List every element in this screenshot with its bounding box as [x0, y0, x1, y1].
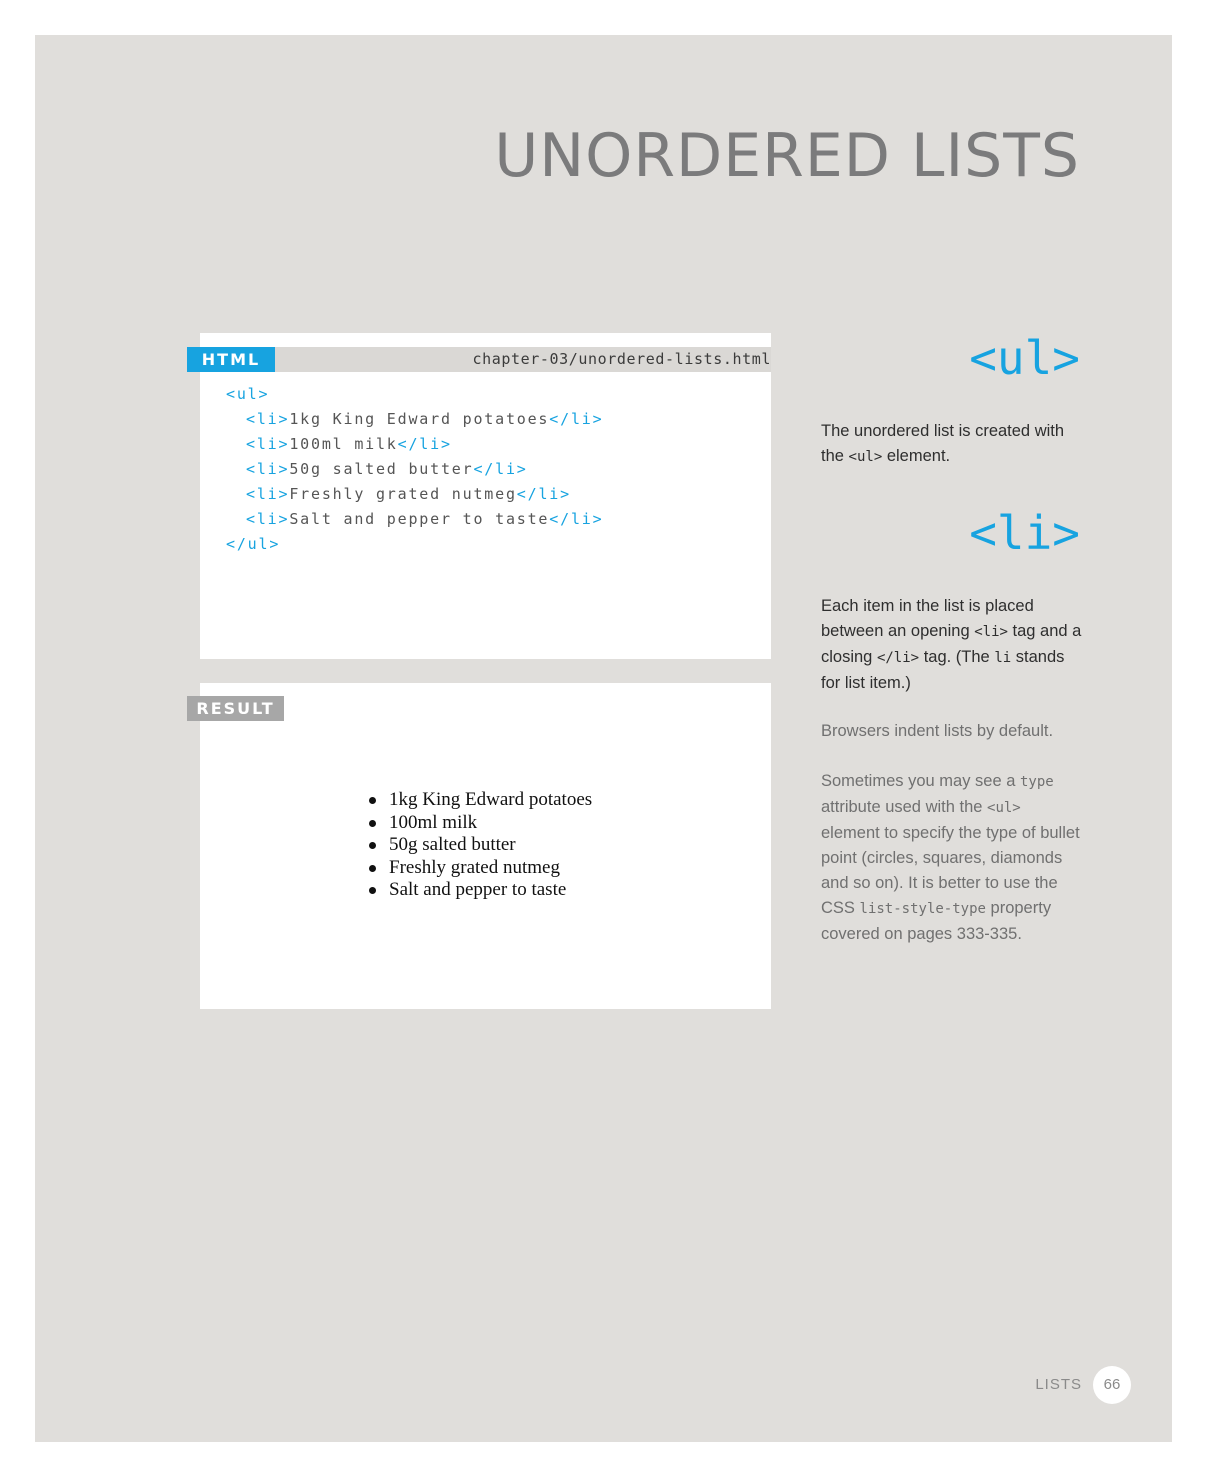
result-tab-label: RESULT: [187, 696, 284, 721]
list-item-text: 50g salted butter: [389, 834, 516, 855]
indent-note: Browsers indent lists by default.: [821, 722, 1054, 740]
bullet-icon: [369, 864, 376, 872]
code-tag: <ul>: [226, 385, 270, 403]
code-line: <ul>: [226, 382, 603, 407]
li-element-heading: <li>: [969, 506, 1080, 560]
code-text: 1kg King Edward potatoes: [289, 410, 550, 428]
list-item-text: 1kg King Edward potatoes: [389, 789, 593, 810]
html-tab-label: HTML: [187, 347, 275, 372]
li-description-text: tag. (The: [919, 648, 995, 666]
bullet-icon: [369, 819, 376, 827]
list-item: Freshly grated nutmeg: [369, 857, 592, 880]
inline-code: </li>: [876, 650, 920, 666]
code-tag: <li>: [246, 460, 290, 478]
inline-code: <ul>: [848, 449, 883, 465]
code-tag: </li>: [397, 435, 452, 453]
type-attribute-note: Sometimes you may see a type attribute u…: [821, 769, 1083, 947]
list-item-text: 100ml milk: [389, 811, 478, 833]
ul-description-text: element.: [882, 447, 951, 465]
code-tag: </li>: [549, 410, 604, 428]
list-item: 1kg King Edward potatoes: [369, 789, 592, 812]
code-tag: <li>: [246, 410, 290, 428]
code-filename: chapter-03/unordered-lists.html: [472, 350, 771, 368]
code-line: <li>100ml milk</li>: [226, 432, 603, 457]
inline-code: <ul>: [987, 800, 1021, 816]
li-description: Each item in the list is placed between …: [821, 594, 1083, 696]
inline-code: type: [1020, 774, 1054, 790]
inline-code: list-style-type: [859, 901, 986, 917]
code-tag: </li>: [549, 510, 604, 528]
code-text: 100ml milk: [289, 435, 398, 453]
bullet-icon: [369, 842, 376, 849]
code-text: Freshly grated nutmeg: [289, 485, 517, 503]
code-tag: <li>: [246, 510, 290, 528]
code-line: <li>Freshly grated nutmeg</li>: [226, 482, 603, 507]
code-tag: </li>: [516, 485, 571, 503]
ul-element-heading: <ul>: [969, 331, 1080, 385]
bullet-icon: [369, 887, 376, 894]
code-line: <li>Salt and pepper to taste</li>: [226, 507, 603, 532]
rendered-bullet-list: 1kg King Edward potatoes 100ml milk 50g …: [369, 789, 592, 902]
code-line: <li>50g salted butter</li>: [226, 457, 603, 482]
type-note-text: Sometimes you may see a: [821, 772, 1020, 790]
code-text: 50g salted butter: [289, 460, 474, 478]
code-tag: <li>: [246, 435, 290, 453]
code-tag: </li>: [473, 460, 528, 478]
inline-code: li: [994, 650, 1012, 666]
type-note-text: attribute used with the: [821, 798, 988, 816]
code-block: <ul> <li>1kg King Edward potatoes</li> <…: [226, 382, 603, 557]
list-item-text: Freshly grated nutmeg: [389, 856, 560, 878]
code-text: Salt and pepper to taste: [289, 510, 550, 528]
page-title: UNORDERED LISTS: [494, 121, 1080, 191]
list-item: 100ml milk: [369, 812, 592, 835]
list-item: Salt and pepper to taste: [369, 879, 592, 902]
book-page: UNORDERED LISTS HTML chapter-03/unordere…: [35, 35, 1172, 1442]
ul-description: The unordered list is created with the <…: [821, 419, 1083, 470]
list-item: 50g salted butter: [369, 834, 592, 857]
bullet-icon: [369, 797, 376, 804]
page-number-badge: 66: [1093, 1366, 1131, 1404]
inline-code: <li>: [974, 624, 1008, 640]
code-tag: </ul>: [226, 535, 281, 553]
code-line: <li>1kg King Edward potatoes</li>: [226, 407, 603, 432]
code-line: </ul>: [226, 532, 603, 557]
footer-section-label: LISTS: [1035, 1376, 1082, 1393]
list-item-text: Salt and pepper to taste: [389, 879, 567, 900]
code-tag: <li>: [246, 485, 290, 503]
